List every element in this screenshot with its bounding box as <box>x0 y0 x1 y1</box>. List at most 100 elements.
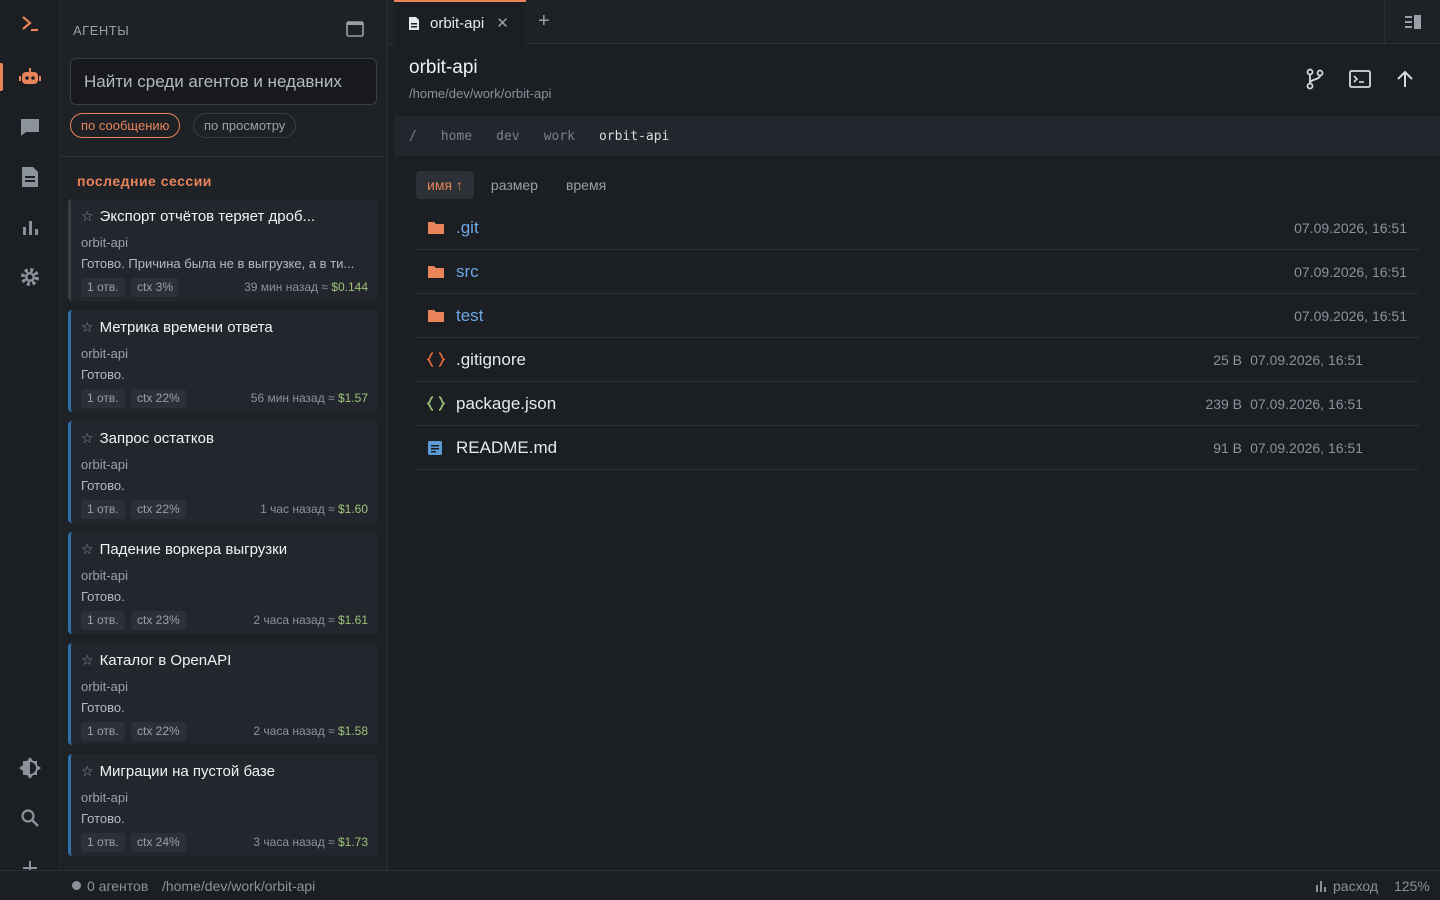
session-project: orbit-api <box>81 679 128 694</box>
file-date: 07.09.2026, 16:51 <box>1294 220 1407 236</box>
session-message: Готово. <box>81 478 125 493</box>
context-badge: ctx 22% <box>131 500 186 519</box>
star-icon[interactable]: ☆ <box>81 430 94 446</box>
breadcrumb-dev[interactable]: dev <box>496 129 519 144</box>
file-name[interactable]: .gitignore <box>456 350 526 370</box>
divider <box>60 156 387 157</box>
star-icon[interactable]: ☆ <box>81 208 94 224</box>
bar-chart-icon <box>1315 880 1327 892</box>
breadcrumb-home[interactable]: home <box>441 129 472 144</box>
main-panel: orbit-api ✕ + orbit-api /home/dev/work/o… <box>388 0 1440 870</box>
terminal-icon[interactable] <box>1347 66 1373 92</box>
session-title-text: Каталог в OpenAPI <box>99 652 232 669</box>
session-card[interactable]: ☆ Экспорт отчётов теряет дроб... orbit-api… <box>68 199 378 301</box>
file-row[interactable]: README.md 91 B 07.09.2026, 16:51 <box>416 426 1419 470</box>
filter-by-message[interactable]: по сообщению <box>70 113 181 138</box>
breadcrumb-work[interactable]: work <box>544 129 575 144</box>
document-icon[interactable] <box>0 157 60 197</box>
agents-search-input[interactable] <box>70 58 377 105</box>
session-time: 1 час назад ≈ <box>260 502 335 516</box>
session-title: ☆ Каталог в OpenAPI <box>81 652 371 669</box>
file-row[interactable]: .gitignore 25 B 07.09.2026, 16:51 <box>416 338 1419 382</box>
session-meta: 2 часа назад ≈ $1.61 <box>253 613 368 627</box>
file-name[interactable]: package.json <box>456 394 556 414</box>
agents-robot-icon[interactable] <box>0 57 60 97</box>
search-icon[interactable] <box>0 798 60 838</box>
status-bar: 0 агентов /home/dev/work/orbit-api расхо… <box>0 870 1440 900</box>
session-meta: 1 час назад ≈ $1.60 <box>260 502 368 516</box>
session-title-text: Метрика времени ответа <box>99 319 273 336</box>
settings-gear-icon[interactable] <box>0 257 60 297</box>
file-name[interactable]: src <box>456 262 479 282</box>
folder-icon <box>427 264 445 279</box>
replies-badge: 1 отв. <box>81 389 125 408</box>
session-title-text: Падение воркера выгрузки <box>99 541 288 558</box>
sort-bar: имя ↑ размер время <box>416 171 617 199</box>
session-message: Готово. <box>81 589 125 604</box>
git-branch-icon[interactable] <box>1302 66 1328 92</box>
session-project: orbit-api <box>81 457 128 472</box>
new-window-icon[interactable] <box>346 21 364 37</box>
star-icon[interactable]: ☆ <box>81 541 94 557</box>
file-size: 239 B <box>1205 396 1242 412</box>
page-title: orbit-api <box>409 57 478 78</box>
folder-row[interactable]: .git 07.09.2026, 16:51 <box>416 206 1419 250</box>
session-card[interactable]: ☆ Миграции на пустой базе orbit-api Готово.… <box>68 754 378 856</box>
breadcrumb-current[interactable]: orbit-api <box>599 129 669 144</box>
star-icon[interactable]: ☆ <box>81 652 94 668</box>
breadcrumb-root[interactable]: / <box>409 129 417 144</box>
recent-sessions-label: последние сессии <box>77 173 212 189</box>
panel-toggle-icon[interactable] <box>1384 0 1440 44</box>
agents-count: 0 агентов <box>87 878 149 894</box>
session-cost: $1.57 <box>337 391 368 405</box>
session-card[interactable]: ☆ Падение воркера выгрузки orbit-api Готово… <box>68 532 378 634</box>
star-icon[interactable]: ☆ <box>81 319 94 335</box>
spend-button[interactable]: расход <box>1315 878 1378 894</box>
star-icon[interactable]: ☆ <box>81 763 94 779</box>
filter-by-view[interactable]: по просмотру <box>193 113 297 138</box>
theme-toggle-icon[interactable] <box>0 748 60 788</box>
sort-by-name[interactable]: имя ↑ <box>416 171 474 199</box>
file-name[interactable]: README.md <box>456 438 557 458</box>
file-name[interactable]: test <box>456 306 483 326</box>
file-date: 07.09.2026, 16:51 <box>1250 352 1363 368</box>
session-card[interactable]: ☆ Запрос остатков orbit-api Готово. 1 отв. ct… <box>68 421 378 523</box>
agents-sidebar: АГЕНТЫ по сообщению по просмотру последн… <box>60 0 388 870</box>
session-cost: $1.60 <box>337 502 368 516</box>
session-message: Готово. Причина была не в выгрузке, а в … <box>81 256 355 271</box>
session-time: 2 часа назад ≈ <box>253 613 335 627</box>
breadcrumb: / home dev work orbit-api <box>394 116 1440 156</box>
folder-row[interactable]: src 07.09.2026, 16:51 <box>416 250 1419 294</box>
session-title-text: Миграции на пустой базе <box>99 763 275 780</box>
sort-by-time[interactable]: время <box>555 171 617 199</box>
session-card[interactable]: ☆ Каталог в OpenAPI orbit-api Готово. 1 отв.… <box>68 643 378 745</box>
session-meta: 56 мин назад ≈ $1.57 <box>251 391 368 405</box>
tab-orbit-api[interactable]: orbit-api ✕ <box>394 0 526 44</box>
session-title: ☆ Метрика времени ответа <box>81 319 371 336</box>
stats-chart-icon[interactable] <box>0 207 60 247</box>
session-card[interactable]: ☆ Метрика времени ответа orbit-api Готово. 1… <box>68 310 378 412</box>
session-title: ☆ Падение воркера выгрузки <box>81 541 371 558</box>
sort-by-size[interactable]: размер <box>480 171 549 199</box>
terminal-logo-icon[interactable] <box>0 3 60 43</box>
context-badge: ctx 22% <box>131 722 186 741</box>
markdown-file-icon <box>427 440 443 456</box>
session-cost: $1.73 <box>337 835 368 849</box>
tab-bar: orbit-api ✕ + <box>388 0 1440 44</box>
replies-badge: 1 отв. <box>81 278 125 297</box>
arrow-up-icon[interactable] <box>1392 66 1418 92</box>
chat-icon[interactable] <box>0 107 60 147</box>
file-name[interactable]: .git <box>456 218 479 238</box>
close-tab-icon[interactable]: ✕ <box>496 14 509 32</box>
file-size: 25 B <box>1213 352 1242 368</box>
session-time: 56 мин назад ≈ <box>250 391 335 405</box>
zoom-level[interactable]: 125% <box>1394 878 1430 894</box>
json-file-icon <box>427 396 445 411</box>
file-row[interactable]: package.json 239 B 07.09.2026, 16:51 <box>416 382 1419 426</box>
context-badge: ctx 3% <box>131 278 180 297</box>
folder-icon <box>427 220 445 235</box>
config-file-icon <box>427 352 445 367</box>
session-cost: $1.58 <box>337 724 368 738</box>
folder-row[interactable]: test 07.09.2026, 16:51 <box>416 294 1419 338</box>
new-tab-button[interactable]: + <box>538 10 550 33</box>
